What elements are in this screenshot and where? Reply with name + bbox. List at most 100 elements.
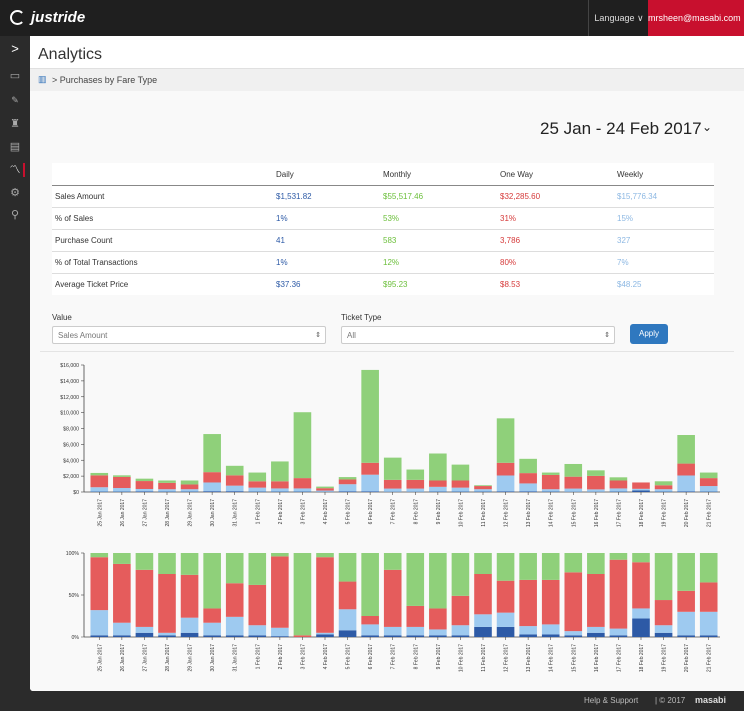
bar-segment-one-way [225,475,244,486]
chart-icon[interactable]: ▥ [38,74,47,85]
bar-segment-weekly [699,611,718,636]
x-tick-label: 4 Feb 2017 [323,644,329,670]
select-arrows-icon: ⇕ [315,332,321,339]
bar-segment-weekly [632,608,650,619]
ticket-icon[interactable]: ✎ [7,93,23,107]
bar-segment-one-way [541,474,560,490]
row-label: % of Total Transactions [52,251,276,274]
x-tick-label: 12 Feb 2017 [504,644,510,672]
bar-segment-one-way [587,475,605,490]
x-tick-label: 1 Feb 2017 [255,499,261,525]
bar-segment-monthly [158,480,176,483]
bar-segment-one-way [180,574,199,618]
bar-segment-daily [225,491,244,492]
bar-segment-one-way [451,595,470,626]
bar-segment-monthly [587,553,605,574]
bar-segment-daily [609,635,628,637]
row-label: Average Ticket Price [52,273,276,295]
bar-segment-weekly [587,489,605,492]
y-tick-label: $6,000 [63,442,79,448]
bar-segment-one-way [271,481,289,489]
bar-segment-one-way [519,473,537,484]
bar-segment-one-way [180,484,199,490]
chevron-down-icon[interactable]: ⌄ [702,120,712,134]
value-select[interactable]: Sales Amount ⇕ [52,326,326,344]
document-icon[interactable]: ▤ [7,140,23,154]
x-tick-label: 21 Feb 2017 [707,499,713,527]
bar-segment-monthly [429,553,447,609]
select-arrows-icon: ⇕ [604,332,610,339]
table-cell: $55,517.46 [383,185,500,208]
bar-segment-monthly [90,472,109,476]
bar-segment-weekly [632,488,650,491]
bar-segment-one-way [383,569,402,627]
language-dropdown[interactable]: Language ∨ [588,0,649,36]
app-logo[interactable]: justride [10,9,85,26]
bar-segment-weekly [429,486,447,492]
x-tick-label: 25 Jan 2017 [97,499,103,527]
monitor-icon[interactable]: ▭ [7,69,23,83]
logo-ring-icon [10,10,25,25]
bar-segment-one-way [316,488,334,491]
table-cell: $95.23 [383,273,500,295]
expand-icon[interactable]: > [7,42,23,56]
bar-segment-daily [677,635,695,637]
bar-segment-weekly [406,626,425,636]
column-header: Monthly [383,169,412,179]
bar-segment-monthly [180,553,199,575]
bar-segment-weekly [609,488,628,492]
bar-segment-one-way [293,478,312,489]
x-tick-label: 15 Feb 2017 [571,644,577,672]
help-support-link[interactable]: Help & Support [584,696,638,705]
bar-segment-monthly [338,477,357,480]
analytics-icon[interactable]: 〽 [7,163,25,177]
x-tick-label: 16 Feb 2017 [594,644,600,672]
bar-segment-one-way [361,616,379,625]
copyright: | © 2017 [655,696,686,705]
bar-segment-weekly [654,489,673,492]
bar-segment-monthly [316,486,334,489]
x-tick-label: 25 Jan 2017 [97,644,103,672]
bar-segment-weekly [158,632,176,636]
bar-segment-weekly [474,489,492,492]
y-tick-label: $0 [73,490,79,496]
table-row: % of Total Transactions 1% 12% 80% 7% [52,251,714,274]
ticket-type-select[interactable]: All ⇕ [341,326,615,344]
bar-segment-weekly [248,625,267,636]
bar-segment-weekly [203,622,221,636]
bar-segment-one-way [496,580,515,613]
column-header: One Way [500,169,534,179]
x-tick-label: 30 Jan 2017 [210,644,216,672]
settings-icon[interactable]: ⚙ [7,186,23,200]
apply-button[interactable]: Apply [630,324,668,344]
bar-segment-daily [699,635,718,637]
bar-segment-weekly [383,626,402,636]
x-tick-label: 11 Feb 2017 [481,644,487,672]
bar-segment-one-way [519,579,537,627]
bar-segment-monthly [587,470,605,476]
bar-segment-one-way [677,463,695,476]
bar-segment-monthly [248,553,267,585]
bar-segment-weekly [158,489,176,492]
date-range[interactable]: 25 Jan - 24 Feb 2017 [540,119,702,139]
bar-segment-weekly [225,485,244,492]
user-icon[interactable]: ♜ [7,117,23,131]
bar-segment-one-way [587,574,605,627]
bar-segment-daily [541,634,560,637]
table-cell: 15% [617,207,714,230]
table-cell: $1,531.82 [276,185,383,208]
bar-segment-daily [203,635,221,637]
bar-segment-weekly [225,616,244,636]
bar-segment-weekly [677,611,695,636]
location-icon[interactable]: ⚲ [7,208,23,222]
user-menu[interactable]: mrsheen@masabi.com ∨ [648,0,744,36]
column-header: Daily [276,169,294,179]
x-tick-label: 1 Feb 2017 [255,644,261,670]
bar-segment-monthly [203,553,221,609]
table-cell: 1% [276,207,383,230]
fare-type-table: Daily Monthly One Way Weekly Sales Amoun… [52,163,714,295]
bar-segment-one-way [609,559,628,629]
bar-segment-weekly [316,490,334,492]
bar-segment-one-way [113,563,131,623]
x-tick-label: 14 Feb 2017 [549,499,555,527]
